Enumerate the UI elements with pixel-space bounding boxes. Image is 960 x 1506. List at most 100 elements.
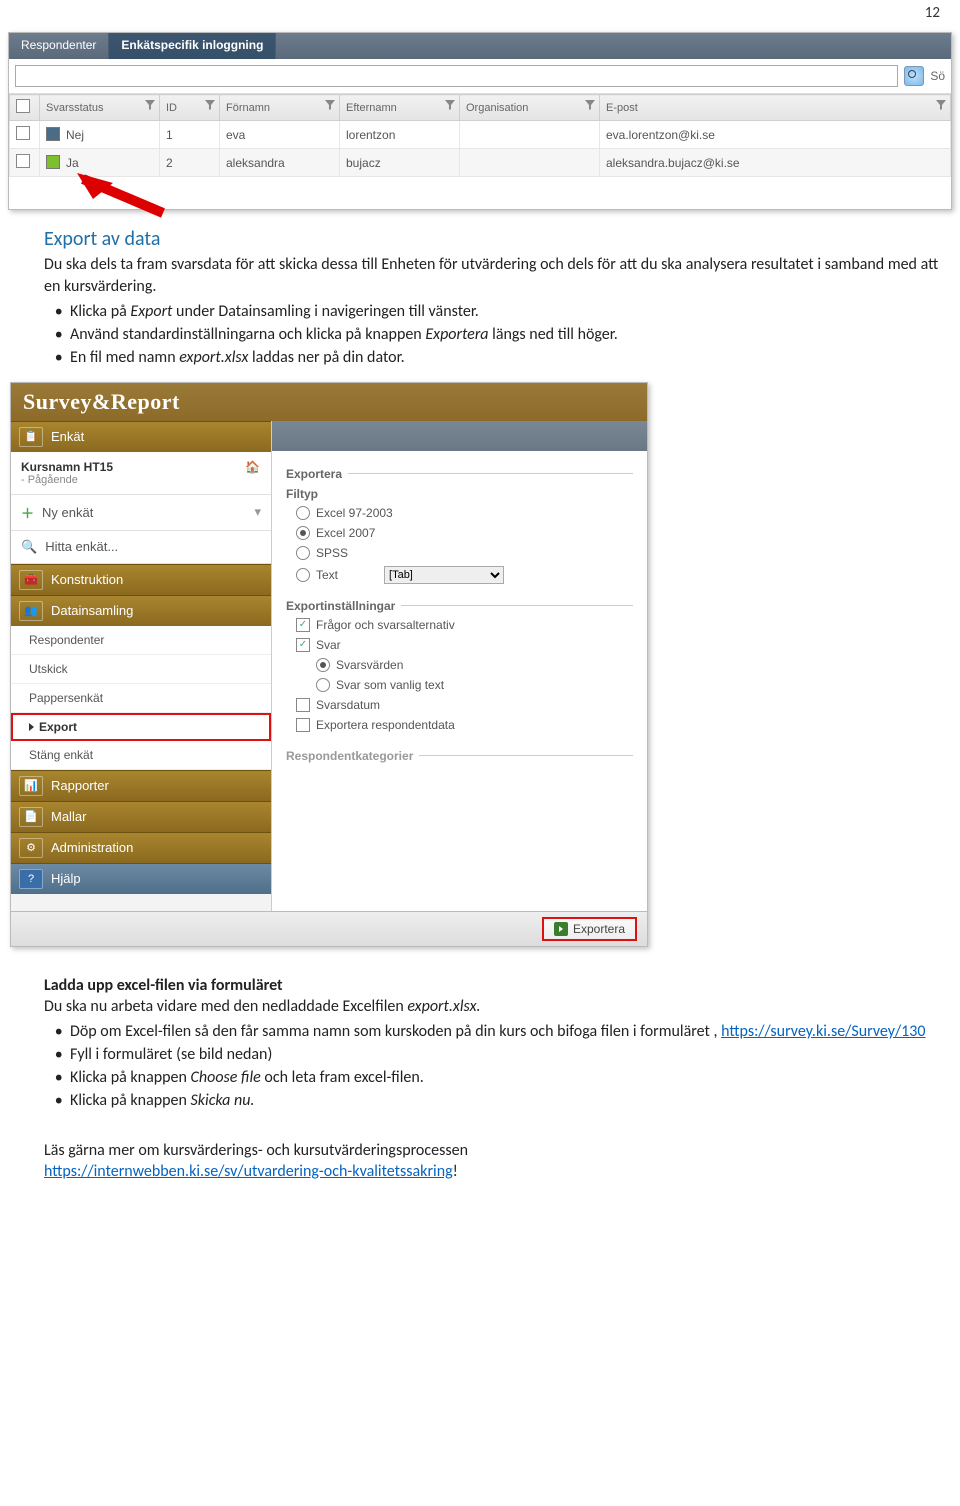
fieldset-exportera: Exportera	[286, 467, 633, 481]
plus-icon: ＋	[21, 503, 34, 522]
course-name: Kursnamn HT15	[21, 460, 261, 474]
tools-icon: 🧰	[19, 570, 43, 590]
col-fornamn[interactable]: Förnamn	[220, 95, 340, 121]
sidebar-section-administration[interactable]: ⚙Administration	[11, 832, 271, 863]
paragraph: https://internwebben.ki.se/sv/utvarderin…	[44, 1161, 942, 1182]
bullet-list: Döp om Excel-filen så den får samma namn…	[44, 1021, 942, 1111]
users-icon: 👥	[19, 601, 43, 621]
filter-icon[interactable]	[585, 100, 595, 110]
col-efternamn[interactable]: Efternamn	[340, 95, 460, 121]
page-number: 12	[0, 0, 960, 32]
list-item: Klicka på knappen Choose file och leta f…	[70, 1067, 942, 1088]
cell-epost: eva.lorentzon@ki.se	[600, 121, 951, 149]
heading-ladda-upp: Ladda upp excel-filen via formuläret	[44, 975, 942, 996]
list-item: Döp om Excel-filen så den får samma namn…	[70, 1021, 942, 1042]
search-bar: Sö	[9, 59, 951, 94]
checkbox-fragor[interactable]: Frågor och svarsalternativ	[286, 615, 633, 635]
sidebar-item-ny-enkat[interactable]: ＋Ny enkät▾	[11, 495, 271, 531]
sidebar-section-konstruktion[interactable]: 🧰Konstruktion	[11, 564, 271, 595]
col-svarsstatus[interactable]: Svarsstatus	[40, 95, 160, 121]
checkbox-exportera-respondentdata[interactable]: Exportera respondentdata	[286, 715, 633, 735]
checkbox-svarsdatum[interactable]: Svarsdatum	[286, 695, 633, 715]
paragraph: Du ska dels ta fram svarsdata för att sk…	[44, 254, 942, 296]
paragraph: Du ska nu arbeta vidare med den nedladda…	[44, 996, 942, 1017]
cell-fornamn: eva	[220, 121, 340, 149]
filter-icon[interactable]	[205, 100, 215, 110]
link-survey[interactable]: https://survey.ki.se/Survey/130	[721, 1022, 925, 1041]
sidebar-item-export[interactable]: Export	[11, 713, 271, 741]
bottom-toolbar: Exportera	[11, 911, 647, 946]
cell-organisation	[460, 121, 600, 149]
list-item: Klicka på Export under Datainsamling i n…	[70, 301, 942, 322]
search-icon[interactable]	[904, 66, 924, 86]
list-item: Klicka på knappen Skicka nu.	[70, 1090, 942, 1111]
template-icon: 📄	[19, 807, 43, 827]
radio-svarsvarden[interactable]: Svarsvärden	[306, 655, 633, 675]
filter-icon[interactable]	[445, 100, 455, 110]
clipboard-icon: 📋	[19, 427, 43, 447]
sidebar-section-rapporter[interactable]: 📊Rapporter	[11, 770, 271, 801]
export-icon	[554, 922, 568, 936]
radio-text[interactable]: Text [Tab]	[286, 563, 633, 587]
tab-enkatspecifik[interactable]: Enkätspecifik inloggning	[109, 33, 276, 59]
screenshot-export-panel: Survey&Report 📋Enkät 🏠 Kursnamn HT15 - P…	[10, 382, 648, 947]
fieldset-exportinstallningar: Exportinställningar	[286, 599, 633, 613]
col-checkbox[interactable]	[10, 95, 40, 121]
col-id[interactable]: ID	[160, 95, 220, 121]
sidebar-section-enkat[interactable]: 📋Enkät	[11, 421, 271, 452]
sidebar-section-datainsamling[interactable]: 👥Datainsamling	[11, 595, 271, 626]
course-header: 🏠 Kursnamn HT15 - Pågående	[11, 452, 271, 495]
tab-bar: Respondenter Enkätspecifik inloggning	[9, 33, 951, 59]
screenshot-respondents-grid: Respondenter Enkätspecifik inloggning Sö…	[8, 32, 952, 210]
link-internwebben[interactable]: https://internwebben.ki.se/sv/utvarderin…	[44, 1162, 453, 1181]
cell-epost: aleksandra.bujacz@ki.se	[600, 149, 951, 177]
help-icon: ?	[19, 869, 43, 889]
sidebar-item-stang-enkat[interactable]: Stäng enkät	[11, 741, 271, 770]
chevron-down-icon: ▾	[254, 504, 261, 520]
sidebar-section-hjalp[interactable]: ?Hjälp	[11, 863, 271, 894]
select-delimiter[interactable]: [Tab]	[384, 566, 504, 584]
sidebar-section-mallar[interactable]: 📄Mallar	[11, 801, 271, 832]
status-badge	[46, 127, 60, 141]
col-epost[interactable]: E-post	[600, 95, 951, 121]
gear-icon: ⚙	[19, 838, 43, 858]
row-checkbox[interactable]	[16, 154, 30, 168]
respondents-table: Svarsstatus ID Förnamn Efternamn Organis…	[9, 94, 951, 177]
export-button[interactable]: Exportera	[542, 917, 637, 941]
list-item: Fyll i formuläret (se bild nedan)	[70, 1044, 942, 1065]
radio-svar-vanlig[interactable]: Svar som vanlig text	[306, 675, 633, 695]
filter-icon[interactable]	[936, 100, 946, 110]
search-button-label[interactable]: Sö	[930, 69, 945, 83]
filter-icon[interactable]	[325, 100, 335, 110]
sidebar-item-utskick[interactable]: Utskick	[11, 655, 271, 684]
filter-icon[interactable]	[145, 100, 155, 110]
radio-spss[interactable]: SPSS	[286, 543, 633, 563]
cell-fornamn: aleksandra	[220, 149, 340, 177]
sidebar: 📋Enkät 🏠 Kursnamn HT15 - Pågående ＋Ny en…	[11, 421, 271, 911]
sidebar-item-pappersenkat[interactable]: Pappersenkät	[11, 684, 271, 713]
col-organisation[interactable]: Organisation	[460, 95, 600, 121]
checkbox-svar[interactable]: Svar	[286, 635, 633, 655]
status-label: Nej	[66, 128, 84, 142]
sidebar-item-respondenter[interactable]: Respondenter	[11, 626, 271, 655]
status-label: Ja	[66, 156, 79, 170]
table-row[interactable]: Nej 1 eva lorentzon eva.lorentzon@ki.se	[10, 121, 951, 149]
table-row[interactable]: Ja 2 aleksandra bujacz aleksandra.bujacz…	[10, 149, 951, 177]
panel-topstrip	[272, 421, 647, 451]
radio-excel2007[interactable]: Excel 2007	[286, 523, 633, 543]
radio-excel97[interactable]: Excel 97-2003	[286, 503, 633, 523]
chart-icon: 📊	[19, 776, 43, 796]
cell-efternamn: lorentzon	[340, 121, 460, 149]
tab-respondenter[interactable]: Respondenter	[9, 33, 109, 59]
paragraph: Läs gärna mer om kursvärderings- och kur…	[44, 1140, 942, 1161]
home-icon[interactable]: 🏠	[245, 460, 261, 474]
sidebar-subitems: Respondenter Utskick Pappersenkät Export…	[11, 626, 271, 770]
list-item: En fil med namn export.xlsx laddas ner p…	[70, 347, 942, 368]
row-checkbox[interactable]	[16, 126, 30, 140]
search-input[interactable]	[15, 65, 898, 87]
app-logo: Survey&Report	[11, 383, 647, 421]
checkbox-icon[interactable]	[16, 99, 30, 113]
sidebar-item-hitta-enkat[interactable]: 🔍Hitta enkät...	[11, 531, 271, 564]
course-status: - Pågående	[21, 474, 261, 486]
cell-id: 2	[160, 149, 220, 177]
